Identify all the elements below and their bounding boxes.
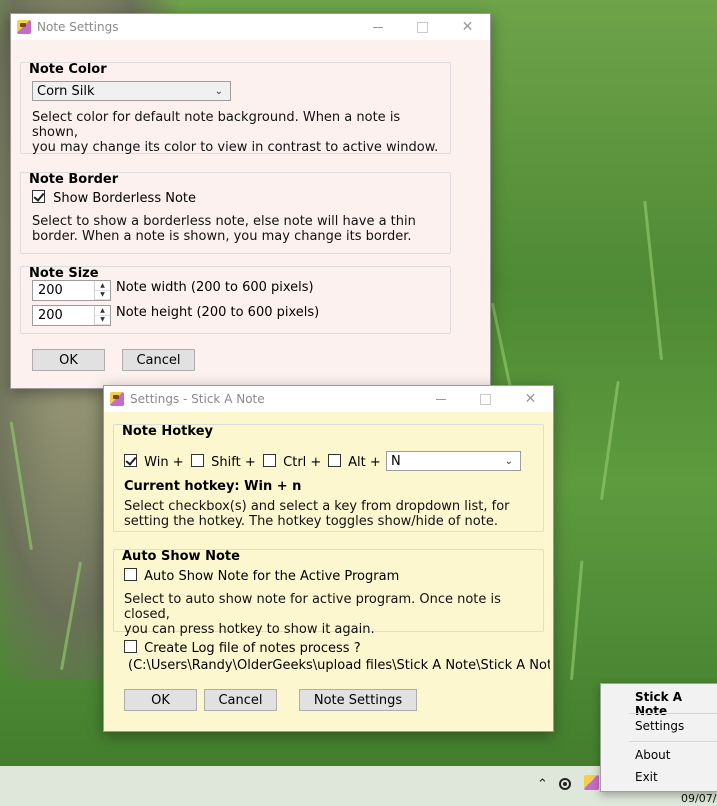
color-description: Select color for default note background… <box>32 110 439 155</box>
minimize-icon <box>435 398 446 400</box>
record-icon[interactable] <box>559 778 571 790</box>
close-button[interactable]: ✕ <box>508 386 553 412</box>
note-size-group: Note Size 200 ▲ ▼ Note width (200 to 600 … <box>20 266 451 334</box>
close-button[interactable]: ✕ <box>445 14 490 40</box>
tray-context-menu: Stick A Note Settings About Exit <box>600 683 717 792</box>
window-title: Settings - Stick A Note <box>130 392 265 406</box>
checkbox-icon[interactable] <box>124 640 137 653</box>
menu-item-about[interactable]: About <box>635 748 670 762</box>
alt-checkbox[interactable]: Alt + <box>328 454 381 470</box>
shift-label: Shift + <box>211 455 256 470</box>
checkbox-icon[interactable] <box>263 454 276 467</box>
checkbox-checked-icon[interactable] <box>32 190 45 203</box>
log-checkbox[interactable]: Create Log file of notes process ? <box>124 640 361 656</box>
note-height-label: Note height (200 to 600 pixels) <box>116 305 320 320</box>
settings-titlebar[interactable]: Settings - Stick A Note ✕ <box>104 386 553 412</box>
stick-a-note-app-icon <box>110 392 124 406</box>
checkbox-checked-icon[interactable] <box>124 454 137 467</box>
wallpaper-grass <box>570 560 584 681</box>
spin-up-icon[interactable]: ▲ <box>95 306 110 316</box>
wallpaper-grass <box>643 200 663 361</box>
log-path: (C:\Users\Randy\OlderGeeks\upload files\… <box>128 658 550 673</box>
chevron-down-icon: ⌄ <box>504 456 513 467</box>
cancel-button[interactable]: Cancel <box>122 349 195 371</box>
selected-key: N <box>391 453 401 469</box>
checkbox-icon[interactable] <box>124 568 137 581</box>
wallpaper-grass <box>600 380 620 501</box>
group-title: Note Hotkey <box>122 424 213 439</box>
border-description: Select to show a borderless note, else n… <box>32 214 416 244</box>
group-title: Note Color <box>29 62 107 77</box>
group-title: Note Border <box>29 172 119 187</box>
settings-window: Settings - Stick A Note ✕ Note Hotkey Wi… <box>103 385 554 732</box>
stick-a-note-app-icon <box>17 20 31 34</box>
borderless-label: Show Borderless Note <box>53 191 196 206</box>
win-label: Win + <box>144 455 184 470</box>
maximize-icon <box>480 393 491 405</box>
hotkey-key-dropdown[interactable]: N ⌄ <box>386 451 521 471</box>
group-title: Auto Show Note <box>122 549 240 564</box>
borderless-checkbox[interactable]: Show Borderless Note <box>32 190 196 206</box>
menu-item-exit[interactable]: Exit <box>635 770 658 784</box>
ok-button[interactable]: OK <box>124 689 197 711</box>
stick-a-note-tray-icon[interactable] <box>584 775 599 790</box>
menu-separator <box>629 713 717 714</box>
checkbox-icon[interactable] <box>328 454 341 467</box>
width-value: 200 <box>38 283 63 298</box>
group-title: Note Size <box>29 266 99 281</box>
note-color-group: Note Color Corn Silk ⌄ Select color for … <box>20 62 451 155</box>
ctrl-label: Ctrl + <box>283 455 322 470</box>
log-label: Create Log file of notes process ? <box>144 641 361 656</box>
height-value: 200 <box>38 308 63 323</box>
close-icon: ✕ <box>461 19 474 35</box>
checkbox-icon[interactable] <box>191 454 204 467</box>
auto-show-group: Auto Show Note Auto Show Note for the Ac… <box>113 549 544 637</box>
spin-down-icon[interactable]: ▼ <box>95 291 110 300</box>
maximize-icon <box>417 21 428 33</box>
ok-button[interactable]: OK <box>32 349 105 371</box>
minimize-button[interactable] <box>418 386 463 412</box>
spin-up-icon[interactable]: ▲ <box>95 281 110 291</box>
menu-item-settings[interactable]: Settings <box>635 719 684 733</box>
alt-label: Alt + <box>348 455 381 470</box>
note-width-label: Note width (200 to 600 pixels) <box>116 280 314 295</box>
maximize-button[interactable] <box>400 14 445 40</box>
auto-show-checkbox[interactable]: Auto Show Note for the Active Program <box>124 568 399 584</box>
minimize-button[interactable] <box>355 14 400 40</box>
note-border-group: Note Border Show Borderless Note Select … <box>20 172 451 254</box>
menu-separator <box>629 741 717 742</box>
note-color-dropdown[interactable]: Corn Silk ⌄ <box>32 81 231 101</box>
window-title: Note Settings <box>37 20 119 34</box>
current-hotkey: Current hotkey: Win + n <box>124 479 302 494</box>
note-width-spinner[interactable]: 200 ▲ ▼ <box>32 280 111 301</box>
shift-checkbox[interactable]: Shift + <box>191 454 256 470</box>
note-settings-titlebar[interactable]: Note Settings ✕ <box>11 14 490 40</box>
cancel-button[interactable]: Cancel <box>204 689 277 711</box>
win-checkbox[interactable]: Win + <box>124 454 184 470</box>
ctrl-checkbox[interactable]: Ctrl + <box>263 454 321 470</box>
close-icon: ✕ <box>524 391 537 407</box>
spin-down-icon[interactable]: ▼ <box>95 316 110 325</box>
selected-color: Corn Silk <box>37 83 95 99</box>
note-settings-button[interactable]: Note Settings <box>299 689 417 711</box>
auto-show-label: Auto Show Note for the Active Program <box>144 569 400 584</box>
auto-show-description: Select to auto show note for active prog… <box>124 592 501 637</box>
maximize-button[interactable] <box>463 386 508 412</box>
taskbar-clock[interactable]: 09/07/2 <box>681 792 717 805</box>
note-hotkey-group: Note Hotkey Win + Shift + Ctrl + Alt + N… <box>113 424 544 532</box>
chevron-down-icon: ⌄ <box>214 86 223 97</box>
minimize-icon <box>372 26 383 28</box>
chevron-up-icon[interactable]: ⌃ <box>537 777 548 792</box>
note-settings-window: Note Settings ✕ Note Color Corn Silk ⌄ S… <box>10 13 491 389</box>
hotkey-description: Select checkbox(s) and select a key from… <box>124 499 510 529</box>
note-height-spinner[interactable]: 200 ▲ ▼ <box>32 305 111 326</box>
